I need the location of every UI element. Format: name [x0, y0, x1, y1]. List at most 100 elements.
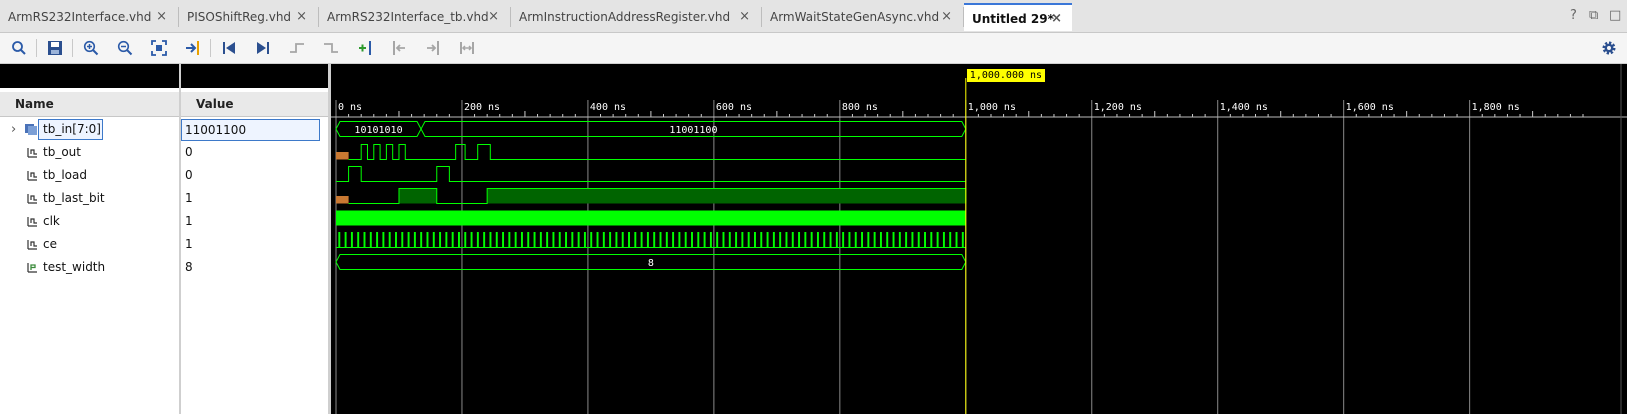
- tab-label: ArmRS232Interface.vhd: [8, 10, 152, 24]
- tab-label: Untitled 29*: [972, 12, 1054, 26]
- signal-name: tb_out: [43, 145, 81, 159]
- undefined-value-region: [336, 152, 349, 160]
- bit-waveform: [336, 166, 966, 182]
- next-marker-icon[interactable]: [420, 33, 446, 63]
- tab-close-icon[interactable]: ×: [296, 5, 307, 29]
- tab-label: ArmWaitStateGenAsync.vhd: [770, 10, 940, 24]
- timeline-tick-label: 800 ns: [842, 102, 878, 113]
- toolbar-divider: [210, 39, 211, 57]
- signal-row-tb-out[interactable]: tb_out: [0, 141, 179, 164]
- signal-value: 8: [185, 260, 193, 274]
- name-column-header[interactable]: Name: [0, 92, 179, 117]
- toolbar-divider: [72, 39, 73, 57]
- waveform-canvas[interactable]: 0 ns 200 ns 400 ns 600 ns 800 ns 1,000 ns 1,20…: [331, 64, 1627, 414]
- maximize-icon[interactable]: □: [1609, 8, 1621, 23]
- go-to-cursor-icon[interactable]: [180, 33, 206, 63]
- tab-close-icon[interactable]: ×: [156, 5, 167, 29]
- signal-value: 0: [185, 168, 193, 182]
- tab-close-icon[interactable]: ×: [941, 5, 952, 29]
- waveform-viewer[interactable]: 0 ns 200 ns 400 ns 600 ns 800 ns 1,000 ns 1,20…: [331, 64, 1627, 414]
- bus-value-label: 11001100: [669, 125, 717, 136]
- bit-signal-icon: [27, 194, 37, 204]
- bus-signal-icon: [25, 124, 37, 135]
- timeline-tick-label: 400 ns: [590, 102, 626, 113]
- signal-value: 1: [185, 237, 193, 251]
- bit-signal-icon: [27, 171, 37, 181]
- clk-waveform: [336, 210, 966, 226]
- timeline-tick-label: 600 ns: [716, 102, 752, 113]
- tab-label: ArmRS232Interface_tb.vhd: [327, 10, 489, 24]
- signal-row-tb-load[interactable]: tb_load: [0, 164, 179, 187]
- signal-row-tb-in[interactable]: › tb_in[7:0]: [0, 118, 179, 141]
- bit-signal-icon: [27, 240, 37, 250]
- signal-name-pane: Name › tb_in[7:0] tb_out tb_load tb_last…: [0, 64, 179, 414]
- name-pane-header-strip: [0, 64, 179, 88]
- value-column-header[interactable]: Value: [181, 92, 328, 117]
- go-to-start-icon[interactable]: [216, 33, 242, 63]
- parameter-signal-icon: [27, 263, 37, 273]
- zoom-out-icon[interactable]: [112, 33, 138, 63]
- signal-value-pane: Value 11001100 0 0 1 1 1 8: [181, 64, 328, 414]
- signal-value: 11001100: [181, 119, 320, 141]
- signal-value: 0: [185, 145, 193, 159]
- signal-name: clk: [43, 214, 60, 228]
- swap-cursors-icon[interactable]: [454, 33, 480, 63]
- high-level-fill: [398, 188, 437, 204]
- add-marker-icon[interactable]: [352, 33, 378, 63]
- tab-armrs232interface-tb[interactable]: ArmRS232Interface_tb.vhd ×: [319, 5, 509, 29]
- signal-row-clk[interactable]: clk: [0, 210, 179, 233]
- previous-marker-icon[interactable]: [386, 33, 412, 63]
- value-pane-header-strip: [181, 64, 328, 88]
- tab-label: ArmInstructionAddressRegister.vhd: [519, 10, 731, 24]
- bit-signal-icon: [27, 148, 37, 158]
- tab-armrs232interface[interactable]: ArmRS232Interface.vhd ×: [0, 5, 177, 29]
- settings-gear-icon[interactable]: [1596, 33, 1622, 63]
- bit-signal-icon: [27, 217, 37, 227]
- signal-value: 1: [185, 191, 193, 205]
- search-icon[interactable]: [6, 33, 32, 63]
- high-level-fill: [487, 188, 966, 204]
- tab-arminstructionaddressregister[interactable]: ArmInstructionAddressRegister.vhd ×: [511, 5, 760, 29]
- zoom-in-icon[interactable]: [78, 33, 104, 63]
- ce-waveform: [336, 232, 966, 248]
- timeline-tick-label: 1,600 ns: [1346, 102, 1394, 113]
- signal-name: tb_load: [43, 168, 87, 182]
- timeline-tick-label: 1,200 ns: [1094, 102, 1142, 113]
- save-icon[interactable]: [42, 33, 68, 63]
- tab-untitled-29[interactable]: Untitled 29* ×: [964, 3, 1072, 31]
- timeline-tick-label: 1,000 ns: [968, 102, 1016, 113]
- signal-name: ce: [43, 237, 57, 251]
- timeline-tick-label: 0 ns: [338, 102, 362, 113]
- tab-label: PISOShiftReg.vhd: [187, 10, 292, 24]
- tab-close-icon[interactable]: ×: [1051, 5, 1062, 33]
- signal-row-test-width[interactable]: test_width: [0, 256, 179, 279]
- restore-icon[interactable]: ⧉: [1589, 8, 1598, 23]
- next-transition-icon[interactable]: [318, 33, 344, 63]
- undefined-value-region: [336, 196, 349, 204]
- expand-chevron-icon[interactable]: ›: [11, 118, 16, 141]
- signal-name: tb_last_bit: [43, 191, 105, 205]
- tab-pisoshiftreg[interactable]: PISOShiftReg.vhd ×: [179, 5, 317, 29]
- tab-close-icon[interactable]: ×: [739, 5, 750, 29]
- bus-value-label: 10101010: [354, 125, 402, 136]
- go-to-end-icon[interactable]: [250, 33, 276, 63]
- bit-waveform: [348, 144, 966, 160]
- timeline-tick-label: 1,800 ns: [1472, 102, 1520, 113]
- previous-transition-icon[interactable]: [284, 33, 310, 63]
- waveform-toolbar: [0, 33, 1627, 64]
- zoom-fit-icon[interactable]: [146, 33, 172, 63]
- signal-name: test_width: [43, 260, 106, 274]
- tab-close-icon[interactable]: ×: [488, 5, 499, 29]
- signal-name: tb_in[7:0]: [38, 119, 103, 140]
- signal-value: 1: [185, 214, 193, 228]
- cursor-time-label: 1,000.000 ns: [966, 69, 1046, 82]
- editor-tab-bar: ArmRS232Interface.vhd × PISOShiftReg.vhd…: [0, 0, 1627, 33]
- timeline-tick-label: 1,400 ns: [1220, 102, 1268, 113]
- toolbar-divider: [36, 39, 37, 57]
- tab-armwaitstategenasync[interactable]: ArmWaitStateGenAsync.vhd ×: [762, 5, 962, 29]
- signal-row-ce[interactable]: ce: [0, 233, 179, 256]
- signal-row-tb-last-bit[interactable]: tb_last_bit: [0, 187, 179, 210]
- help-icon[interactable]: ?: [1570, 8, 1577, 23]
- timeline-tick-label: 200 ns: [464, 102, 500, 113]
- bus-value-label: 8: [648, 258, 654, 269]
